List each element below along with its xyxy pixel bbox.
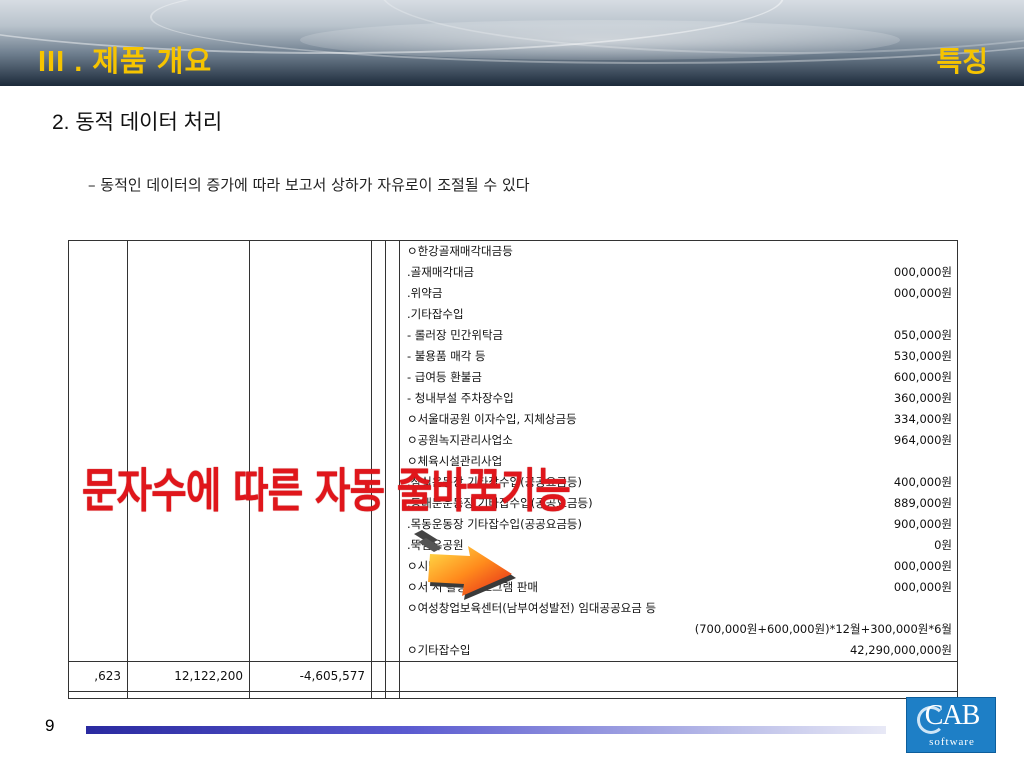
report-row: - 불용품 매각 등 530,000원: [407, 349, 952, 363]
header-glow: [300, 20, 900, 60]
report-row: ㅇ한강골재매각대금등: [407, 244, 513, 258]
cab-software-logo: CAB software: [906, 697, 996, 753]
report-row: ㅇ공원녹지관리사업소 964,000원: [407, 433, 952, 447]
header-banner: III . 제품 개요 특징: [0, 0, 1024, 86]
report-row: .위약금 000,000원: [407, 286, 952, 300]
footer-bar: [86, 726, 886, 734]
overlay-caption: 문자수에 따른 자동 줄바꿈기능: [82, 464, 571, 519]
slide-feature-label: 특징: [936, 46, 988, 77]
total-cell: 12,122,200: [174, 669, 243, 683]
report-row: - 급여등 환불금 600,000원: [407, 370, 952, 384]
report-row: .기타잡수입: [407, 307, 464, 321]
page-number: 9: [45, 716, 55, 735]
row-divider: [69, 691, 957, 692]
report-row: (700,000원+600,000원)*12월+300,000원*6월: [694, 622, 952, 636]
report-row: - 청내부설 주차장수입 360,000원: [407, 391, 952, 405]
slide-title: III . 제품 개요: [38, 46, 213, 78]
report-row: ㅇ기타잡수입 42,290,000,000원: [407, 643, 952, 657]
section-title: 2. 동적 데이터 처리: [52, 111, 223, 134]
section-description: – 동적인 데이터의 증가에 따라 보고서 상하가 자유로이 조절될 수 있다: [88, 176, 530, 194]
logo-subtext: software: [929, 736, 975, 748]
logo-text: CAB: [924, 700, 981, 731]
report-row: .골재매각대금 000,000원: [407, 265, 952, 279]
total-cell: ,623: [94, 669, 121, 683]
total-cell: -4,605,577: [299, 669, 365, 683]
arrow-icon: [414, 530, 516, 600]
report-row: ㅇ서울대공원 이자수입, 지체상금등 334,000원: [407, 412, 952, 426]
report-row: - 롤러장 민간위탁금 050,000원: [407, 328, 952, 342]
row-divider: [69, 661, 957, 662]
